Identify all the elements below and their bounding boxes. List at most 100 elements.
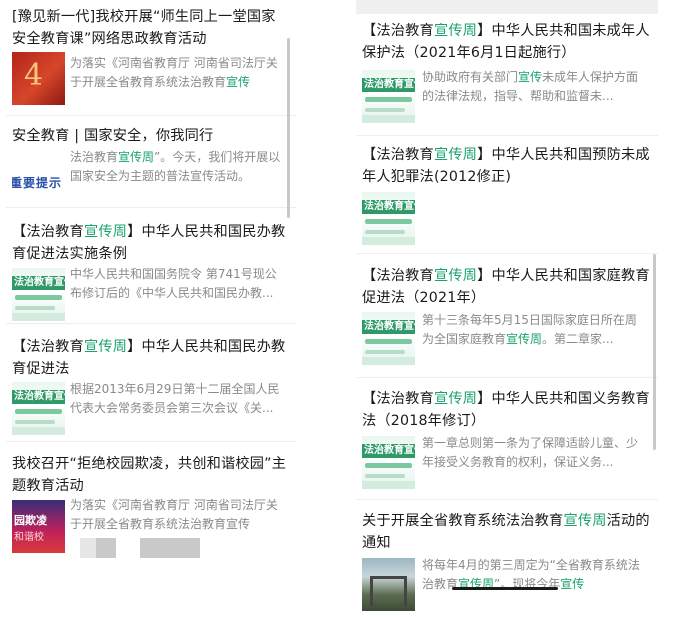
article-thumbnail: 法治教育宣传周	[362, 312, 415, 365]
list-item[interactable]: 关于开展全省教育系统法治教育宣传周活动的通知 将每年4月的第三周定为“全省教育系…	[356, 500, 658, 617]
article-snippet: 第十三条每年5月15日国际家庭日所在周为全国家庭教育宣传周。第二章家...	[422, 311, 644, 349]
highlighted-keyword: 宣传	[518, 70, 543, 84]
article-snippet: 中华人民共和国国务院令 第741号现公布修订后的《中华人民共和国民办教...	[70, 265, 284, 303]
text-segment: 安全教育 | 国家安全，你我同行	[12, 128, 214, 144]
home-indicator[interactable]	[452, 587, 558, 590]
article-snippet: 为落实《河南省教育厅 河南省司法厅关于开展全省教育系统法治教育宣传	[70, 54, 284, 92]
text-segment: 【法治教育	[362, 147, 434, 163]
text-segment: [豫见新一代]我校开展“师生同上一堂国家安全教育课”网络思政教育活动	[12, 9, 276, 47]
thumbnail-gate	[370, 576, 407, 606]
redaction-block	[80, 538, 116, 558]
list-item[interactable]: 【法治教育宣传周】中华人民共和国民办教育促进法 法治教育宣传周 根据2013年6…	[6, 324, 296, 442]
thumbnail-text: 法治教育宣传周	[14, 277, 65, 288]
article-thumbnail	[362, 558, 415, 611]
text-segment: 为落实《河南省教育厅 河南省司法厅关于开展全省教育系统法治教育宣传	[70, 498, 278, 531]
text-segment: 。第二章家...	[542, 332, 614, 346]
thumbnail-text: 法治教育宣传周	[364, 201, 415, 212]
highlighted-keyword: 宣传周	[563, 513, 607, 529]
thumbnail-stripe	[15, 306, 55, 310]
thumbnail-stripe	[15, 295, 62, 300]
article-title: 【法治教育宣传周】中华人民共和国义务教育法（2018年修订）	[362, 388, 650, 432]
thumbnail-stripe	[15, 420, 55, 424]
thumbnail-footer	[362, 115, 415, 123]
highlighted-keyword: 宣传周	[506, 332, 543, 346]
highlighted-keyword: 宣传周	[433, 391, 478, 407]
right-screen: 【法治教育宣传周】中华人民共和国未成年人保护法（2021年6月1日起施行） 法治…	[356, 0, 658, 617]
text-segment: 我校召开“拒绝校园欺凌，共创和谐校园”主题教育活动	[12, 456, 287, 494]
article-thumbnail: 重要提示	[12, 154, 65, 207]
text-segment: 【法治教育	[362, 391, 434, 407]
thumbnail-text: 法治教育宣传周	[364, 321, 415, 332]
thumbnail-stripe	[15, 409, 62, 414]
article-title: 【法治教育宣传周】中华人民共和国预防未成年人犯罪法(2012修正)	[362, 144, 650, 188]
highlighted-keyword: 宣传周	[433, 147, 478, 163]
highlighted-keyword: 宣传	[560, 577, 585, 591]
list-item[interactable]: 安全教育 | 国家安全，你我同行 重要提示 法治教育宣传周”。今天，我们将开展以…	[6, 116, 296, 208]
article-thumbnail: 法治教育宣传周	[362, 70, 415, 123]
text-segment: 根据2013年6月29日第十二届全国人民代表大会常务委员会第三次会议《关...	[70, 382, 280, 415]
text-segment: 【法治教育	[12, 224, 84, 240]
article-title: 关于开展全省教育系统法治教育宣传周活动的通知	[362, 510, 650, 554]
highlighted-keyword: 宣传周	[83, 224, 128, 240]
thumbnail-stripe	[365, 219, 412, 224]
article-title: 【法治教育宣传周】中华人民共和国未成年人保护法（2021年6月1日起施行）	[362, 20, 650, 64]
article-thumbnail: 法治教育宣传周	[12, 382, 65, 435]
thumbnail-text: 法治教育宣传周	[364, 445, 415, 456]
article-title: [豫见新一代]我校开展“师生同上一堂国家安全教育课”网络思政教育活动	[12, 6, 288, 50]
thumbnail-text: 4	[24, 58, 44, 93]
thumbnail-footer	[12, 427, 65, 435]
article-snippet: 根据2013年6月29日第十二届全国人民代表大会常务委员会第三次会议《关...	[70, 380, 284, 418]
thumbnail-footer	[12, 313, 65, 321]
thumbnail-stripe	[365, 97, 412, 102]
list-item[interactable]: 【法治教育宣传周】中华人民共和国义务教育法（2018年修订） 法治教育宣传周 第…	[356, 378, 658, 500]
article-snippet: 法治教育宣传周”。今天，我们将开展以国家安全为主题的普法宣传活动。	[70, 148, 284, 186]
article-thumbnail: 法治教育宣传周	[362, 436, 415, 489]
list-item[interactable]: 我校召开“拒绝校园欺凌，共创和谐校园”主题教育活动 园欺凌 和谐校 为落实《河南…	[6, 442, 296, 617]
article-title: 我校召开“拒绝校园欺凌，共创和谐校园”主题教育活动	[12, 453, 292, 497]
thumbnail-text: 法治教育宣传周	[364, 79, 415, 90]
text-segment: 关于开展全省教育系统法治教育	[362, 513, 564, 529]
article-thumbnail: 法治教育宣传周	[12, 268, 65, 321]
thumbnail-text: 重要提示	[12, 176, 63, 190]
thumbnail-text: 和谐校	[14, 532, 44, 543]
thumbnail-footer	[362, 237, 415, 245]
text-segment: 法治教育	[70, 150, 119, 164]
highlighted-keyword: 宣传周	[433, 23, 478, 39]
status-bar	[356, 0, 658, 14]
highlighted-keyword: 宣传周	[433, 268, 478, 284]
text-segment: 【法治教育	[362, 268, 434, 284]
thumbnail-stripe	[365, 339, 412, 344]
list-item[interactable]: 【法治教育宣传周】中华人民共和国未成年人保护法（2021年6月1日起施行） 法治…	[356, 14, 658, 136]
redaction-block	[140, 538, 200, 558]
thumbnail-stripe	[365, 230, 405, 234]
left-screen: [豫见新一代]我校开展“师生同上一堂国家安全教育课”网络思政教育活动 4 为落实…	[6, 0, 296, 617]
thumbnail-stripe	[365, 350, 405, 354]
article-thumbnail: 园欺凌 和谐校	[12, 500, 65, 553]
list-item[interactable]: 【法治教育宣传周】中华人民共和国家庭教育促进法（2021年） 法治教育宣传周 第…	[356, 254, 658, 378]
article-snippet: 第一章总则第一条为了保障适龄儿童、少年接受义务教育的权利，保证义务...	[422, 434, 644, 472]
thumbnail-stripe	[365, 463, 412, 468]
list-item[interactable]: 【法治教育宣传周】中华人民共和国民办教育促进法实施条例 法治教育宣传周 中华人民…	[6, 208, 296, 324]
thumbnail-footer	[362, 481, 415, 489]
thumbnail-stripe	[365, 474, 405, 478]
thumbnail-text: 园欺凌	[14, 514, 47, 527]
list-item[interactable]: [豫见新一代]我校开展“师生同上一堂国家安全教育课”网络思政教育活动 4 为落实…	[6, 0, 296, 116]
text-segment: 中华人民共和国国务院令 第741号现公布修订后的《中华人民共和国民办教...	[70, 267, 277, 300]
text-segment: 【法治教育	[362, 23, 434, 39]
text-segment: 第一章总则第一条为了保障适龄儿童、少年接受义务教育的权利，保证义务...	[422, 436, 639, 469]
article-title: 安全教育 | 国家安全，你我同行	[12, 125, 288, 147]
scrollbar[interactable]	[287, 38, 290, 218]
text-segment: 协助政府有关部门	[422, 70, 519, 84]
thumbnail-text: 法治教育宣传周	[14, 391, 65, 402]
article-snippet: 协助政府有关部门宣传未成年人保护方面的法律法规，指导、帮助和监督未...	[422, 68, 644, 106]
highlighted-keyword: 宣传	[226, 75, 251, 89]
article-thumbnail: 4	[12, 52, 65, 105]
scrollbar[interactable]	[653, 254, 656, 450]
article-title: 【法治教育宣传周】中华人民共和国民办教育促进法实施条例	[12, 221, 288, 265]
list-item[interactable]: 【法治教育宣传周】中华人民共和国预防未成年人犯罪法(2012修正) 法治教育宣传…	[356, 136, 658, 254]
thumbnail-footer	[362, 357, 415, 365]
article-title: 【法治教育宣传周】中华人民共和国家庭教育促进法（2021年）	[362, 265, 650, 309]
article-thumbnail: 法治教育宣传周	[362, 192, 415, 245]
highlighted-keyword: 宣传周	[83, 339, 128, 355]
text-segment: 【法治教育	[12, 339, 84, 355]
